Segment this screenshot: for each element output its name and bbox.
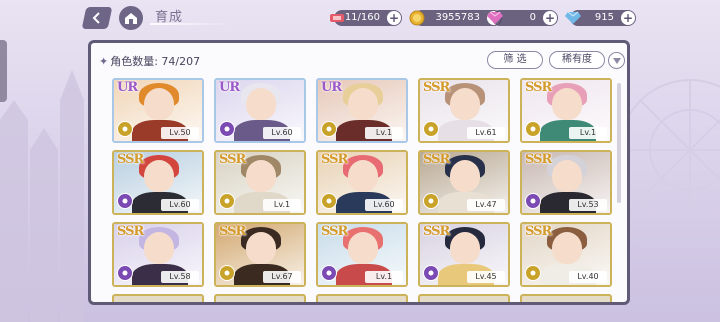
attribute-icon xyxy=(321,121,337,137)
rarity-badge: UR xyxy=(219,80,240,95)
character-card[interactable]: SSR Lv.1 xyxy=(520,78,612,143)
title-underline xyxy=(150,23,232,25)
home-button[interactable] xyxy=(119,6,143,30)
character-card[interactable]: SSR Lv.1 xyxy=(214,150,306,215)
level-label: Lv.1 xyxy=(263,199,301,211)
attribute-icon xyxy=(525,265,541,281)
attribute-icon xyxy=(219,121,235,137)
character-card[interactable] xyxy=(112,294,204,302)
character-card[interactable]: UR Lv.60 xyxy=(214,78,306,143)
character-panel: ✦ 角色数量: 74/207 筛 选 稀有度 UR Lv.50 UR Lv.60 UR Lv… xyxy=(88,40,630,305)
attribute-icon xyxy=(117,193,133,209)
home-icon xyxy=(125,13,137,24)
attribute-icon xyxy=(219,265,235,281)
scrollbar[interactable] xyxy=(617,83,621,203)
character-card[interactable]: SSR Lv.53 xyxy=(520,150,612,215)
rarity-badge: SSR xyxy=(117,224,144,239)
character-card[interactable]: SSR Lv.61 xyxy=(418,78,510,143)
blue-diamond-icon xyxy=(562,7,584,29)
blue-gem-counter: 915 + xyxy=(565,10,636,26)
character-card[interactable] xyxy=(214,294,306,302)
attribute-icon xyxy=(117,121,133,137)
rarity-badge: SSR xyxy=(321,224,348,239)
character-card[interactable]: SSR Lv.40 xyxy=(520,222,612,287)
gold-coin-icon xyxy=(406,7,428,29)
character-card[interactable] xyxy=(520,294,612,302)
pink-gem-counter: 0 + xyxy=(487,10,558,26)
attribute-icon xyxy=(423,193,439,209)
rarity-badge: SSR xyxy=(321,152,348,167)
add-stamina-button[interactable]: + xyxy=(387,11,401,25)
rarity-badge: SSR xyxy=(117,152,144,167)
filter-button[interactable]: 筛 选 xyxy=(487,51,543,69)
side-handle[interactable] xyxy=(0,40,7,102)
character-count: ✦ 角色数量: 74/207 xyxy=(99,55,201,68)
character-card[interactable] xyxy=(418,294,510,302)
chevron-left-icon xyxy=(92,12,100,24)
character-card[interactable]: SSR Lv.1 xyxy=(316,222,408,287)
back-button[interactable] xyxy=(81,7,113,29)
level-label: Lv.50 xyxy=(161,127,199,139)
character-card[interactable]: SSR Lv.58 xyxy=(112,222,204,287)
level-label: Lv.1 xyxy=(365,127,403,139)
rarity-badge: SSR xyxy=(219,152,246,167)
rarity-sort-button[interactable]: 稀有度 xyxy=(549,51,605,69)
rarity-badge: SSR xyxy=(525,152,552,167)
rarity-badge: SSR xyxy=(423,80,450,95)
character-card[interactable]: UR Lv.1 xyxy=(316,78,408,143)
character-card[interactable]: SSR Lv.67 xyxy=(214,222,306,287)
attribute-icon xyxy=(219,193,235,209)
level-label: Lv.40 xyxy=(569,271,607,283)
chevron-down-icon xyxy=(612,57,621,64)
rarity-badge: UR xyxy=(321,80,342,95)
rarity-badge: SSR xyxy=(423,152,450,167)
rarity-badge: SSR xyxy=(525,224,552,239)
level-label: Lv.53 xyxy=(569,199,607,211)
level-label: Lv.45 xyxy=(467,271,505,283)
level-label: Lv.58 xyxy=(161,271,199,283)
attribute-icon xyxy=(423,121,439,137)
rarity-badge: SSR xyxy=(525,80,552,95)
attribute-icon xyxy=(423,265,439,281)
level-label: Lv.60 xyxy=(161,199,199,211)
add-blue-gem-button[interactable]: + xyxy=(621,11,635,25)
pink-diamond-icon xyxy=(484,7,506,29)
character-card[interactable]: SSR Lv.60 xyxy=(112,150,204,215)
sort-order-toggle[interactable] xyxy=(608,52,625,69)
level-label: Lv.60 xyxy=(263,127,301,139)
level-label: Lv.60 xyxy=(365,199,403,211)
level-label: Lv.47 xyxy=(467,199,505,211)
character-card[interactable]: SSR Lv.45 xyxy=(418,222,510,287)
add-pink-gem-button[interactable]: + xyxy=(543,11,557,25)
level-label: Lv.61 xyxy=(467,127,505,139)
attribute-icon xyxy=(321,193,337,209)
rarity-badge: SSR xyxy=(423,224,450,239)
rarity-badge: UR xyxy=(117,80,138,95)
character-card[interactable] xyxy=(316,294,408,302)
level-label: Lv.1 xyxy=(569,127,607,139)
attribute-icon xyxy=(321,265,337,281)
attribute-icon xyxy=(525,193,541,209)
attribute-icon xyxy=(525,121,541,137)
character-card[interactable]: SSR Lv.47 xyxy=(418,150,510,215)
character-card[interactable]: UR Lv.50 xyxy=(112,78,204,143)
level-label: Lv.1 xyxy=(365,271,403,283)
sparkle-icon: ✦ xyxy=(99,55,109,68)
rarity-badge: SSR xyxy=(219,224,246,239)
character-card[interactable]: SSR Lv.60 xyxy=(316,150,408,215)
level-label: Lv.67 xyxy=(263,271,301,283)
stamina-counter: 11/160 + xyxy=(330,10,402,26)
attribute-icon xyxy=(117,265,133,281)
